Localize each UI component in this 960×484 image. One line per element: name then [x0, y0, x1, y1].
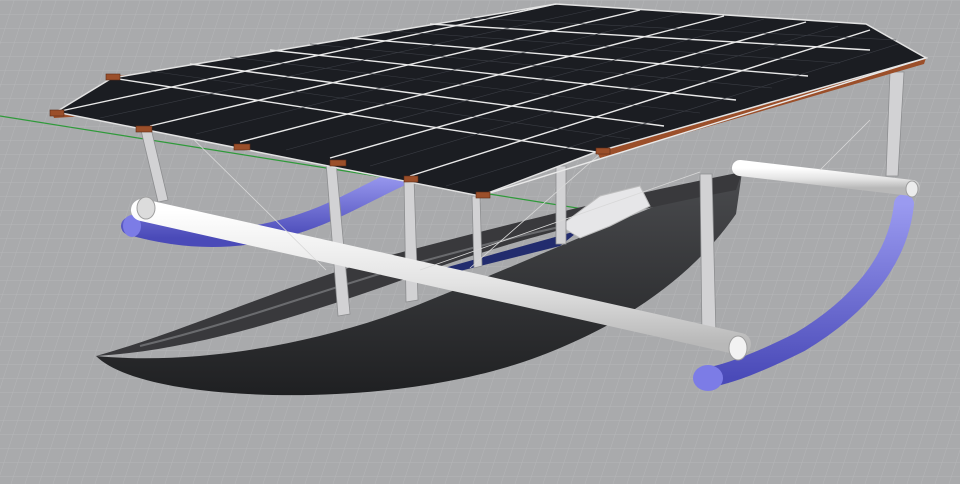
3d-viewport[interactable] — [0, 0, 960, 484]
scene-svg — [0, 0, 960, 484]
front-float-cap — [693, 365, 723, 391]
